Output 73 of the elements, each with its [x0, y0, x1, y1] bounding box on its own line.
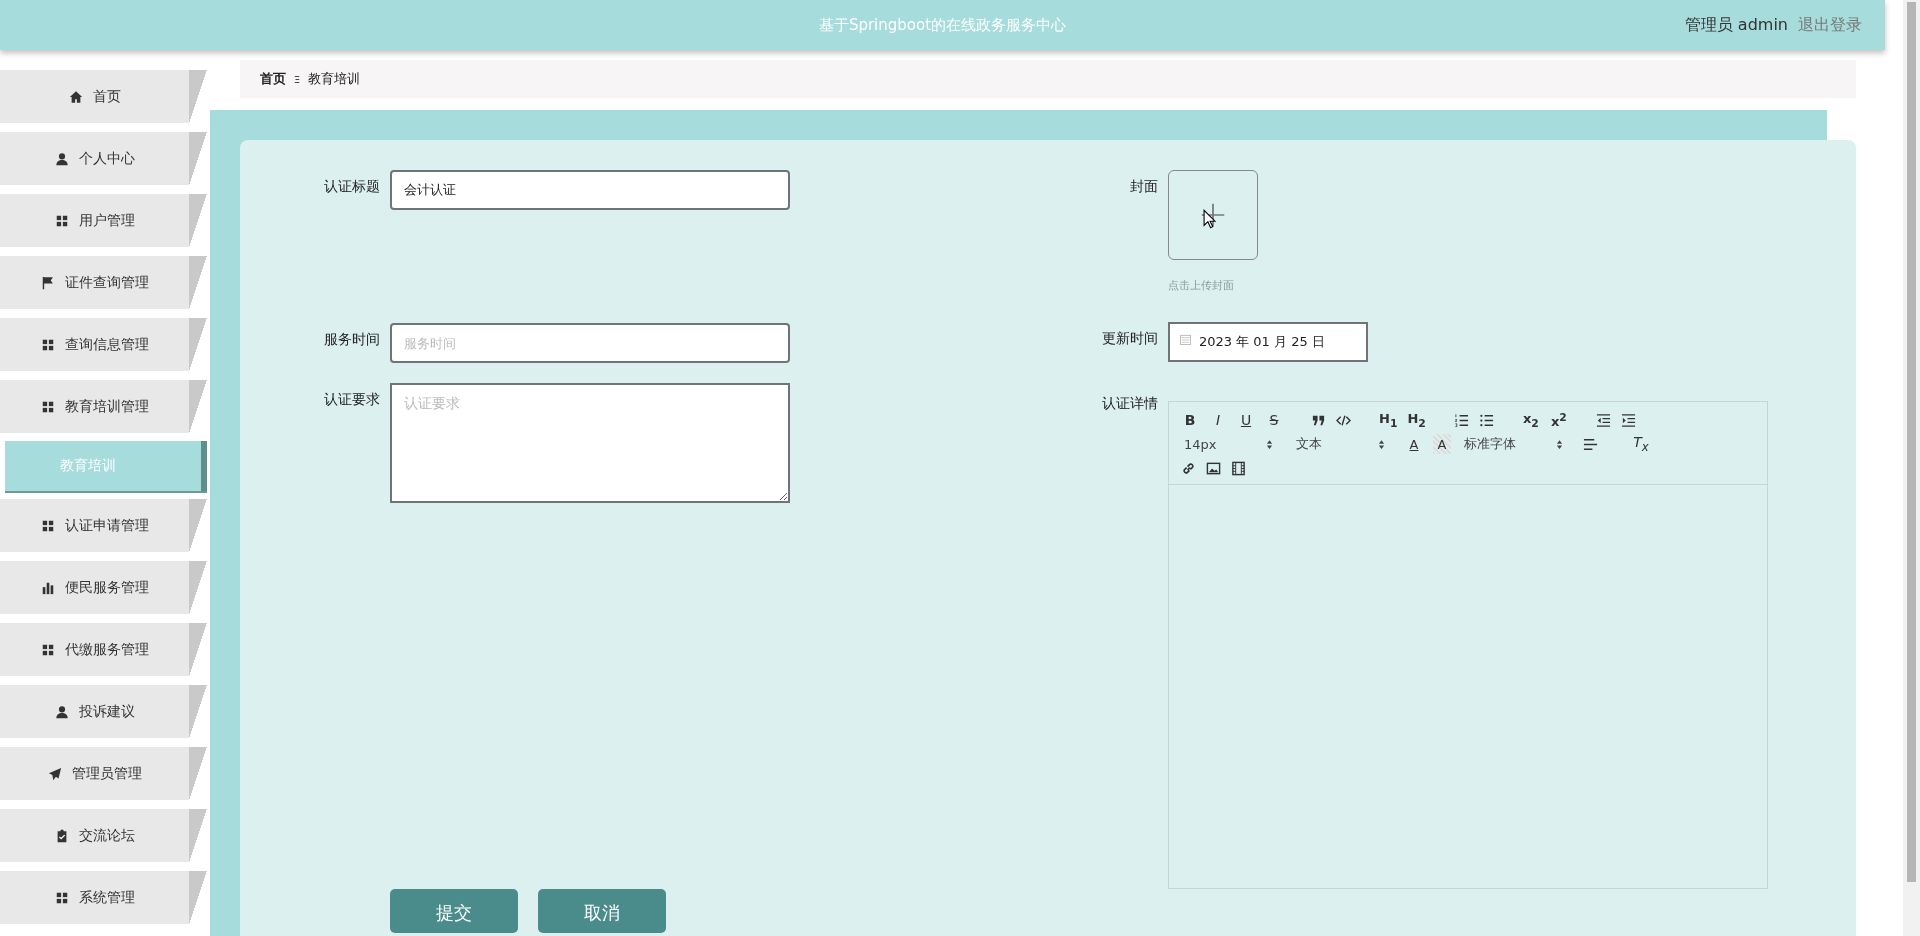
field-label: 封面: [1129, 177, 1159, 196]
title-input[interactable]: 会计认证: [390, 170, 790, 210]
grid-icon: [40, 337, 55, 352]
sidebar-item[interactable]: 便民服务管理: [0, 561, 207, 614]
calendar-icon: [1180, 333, 1191, 345]
field-label: 认证详情: [1101, 395, 1159, 411]
video-icon[interactable]: [1231, 460, 1246, 476]
cancel-button[interactable]: 取消: [538, 889, 666, 933]
field-label: 服务时间: [323, 330, 381, 349]
link-icon[interactable]: [1181, 460, 1196, 476]
scrollbar[interactable]: [1903, 0, 1920, 936]
sidebar-item[interactable]: 教育培训管理: [0, 380, 207, 433]
text-color-button[interactable]: A: [1405, 434, 1423, 454]
sidebar-item[interactable]: 系统管理: [0, 871, 207, 924]
clear-format-button[interactable]: T$_{x}$: [1632, 434, 1650, 454]
sidebar-item[interactable]: 代缴服务管理: [0, 623, 207, 676]
grid-icon: [54, 213, 69, 228]
upload-box[interactable]: [1168, 170, 1258, 260]
background-color-button[interactable]: A: [1433, 434, 1451, 454]
sidebar-item[interactable]: 用户管理: [0, 194, 207, 247]
sidebar-item[interactable]: 查询信息管理: [0, 318, 207, 371]
breadcrumb-link[interactable]: 教育培训: [308, 70, 360, 88]
header-select[interactable]: 文本: [1293, 434, 1395, 454]
select-arrow-icon: [1378, 438, 1385, 450]
home-icon: [68, 89, 83, 104]
upload-hint: 点击上传封面: [1168, 278, 1235, 293]
grid-icon: [54, 890, 69, 905]
heading-button[interactable]: H$_{1}$: [1379, 410, 1398, 430]
script-button[interactable]: x$_{2}$: [1521, 410, 1540, 430]
field-label: 认证要求: [323, 390, 381, 409]
bar-chart-icon: [40, 580, 55, 595]
outdent-icon[interactable]: [1595, 412, 1611, 428]
field-label: 更新时间: [1101, 329, 1159, 348]
heading-button[interactable]: H$_{2}$: [1407, 410, 1426, 430]
script-button[interactable]: x$^{2}$: [1549, 410, 1568, 430]
select-arrow-icon: [1266, 438, 1273, 450]
bullet-list-icon[interactable]: [1478, 412, 1494, 428]
select-arrow-icon: [1556, 438, 1563, 450]
align-icon[interactable]: [1583, 436, 1598, 452]
grid-icon: [40, 518, 55, 533]
site-title: 基于Springboot的在线政务服务中心: [818, 15, 1067, 35]
service-time-input[interactable]: 服务时间: [390, 323, 790, 363]
user-icon: [54, 151, 69, 166]
indent-icon[interactable]: [1620, 412, 1636, 428]
grid-icon: [40, 642, 55, 657]
flag-icon: [40, 275, 55, 290]
sidebar-item[interactable]: 管理员管理: [0, 747, 207, 800]
font-select[interactable]: 标准字体: [1461, 434, 1573, 454]
requirements-textarea[interactable]: 认证要求: [390, 383, 790, 503]
format-button[interactable]: S: [1265, 410, 1283, 430]
field-label: 认证标题: [323, 177, 381, 196]
paper-plane-icon: [47, 766, 62, 781]
sidebar-item[interactable]: 证件查询管理: [0, 256, 207, 309]
sidebar-item[interactable]: 投诉建议: [0, 685, 207, 738]
user-icon: [54, 704, 69, 719]
sidebar-item[interactable]: 认证申请管理: [0, 499, 207, 552]
sidebar-item[interactable]: 交流论坛: [0, 809, 207, 862]
sidebar-item[interactable]: 个人中心: [0, 132, 207, 185]
grid-icon: [40, 399, 55, 414]
cursor-icon: [1203, 209, 1216, 229]
format-button[interactable]: U: [1237, 410, 1255, 430]
image-icon[interactable]: [1206, 460, 1221, 476]
date-field[interactable]: 2023 年 01 月 25 日: [1168, 322, 1368, 362]
numbered-list-icon[interactable]: [1453, 412, 1469, 428]
sidebar-item[interactable]: 首页: [0, 70, 207, 123]
separator-icon: [294, 73, 300, 85]
format-button[interactable]: B: [1181, 410, 1199, 430]
format-button[interactable]: I: [1209, 410, 1227, 430]
plus-icon: [1200, 202, 1226, 228]
size-select[interactable]: 14px: [1181, 434, 1283, 454]
user-label: 管理员 admin: [1684, 14, 1788, 36]
breadcrumb-link[interactable]: 首页: [260, 70, 286, 88]
submit-button[interactable]: 提交: [390, 889, 518, 933]
